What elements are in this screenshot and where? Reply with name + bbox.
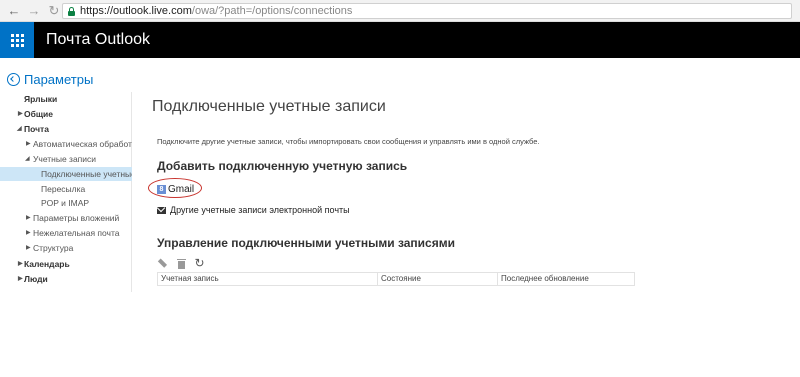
- address-bar[interactable]: https://outlook.live.com/owa/?path=/opti…: [62, 3, 792, 19]
- reload-icon[interactable]: ↻: [46, 3, 62, 19]
- caret-right-icon: ▶: [18, 276, 23, 282]
- sidebar-item-label: Учетные записи: [33, 154, 97, 164]
- caret-right-icon: ▶: [26, 215, 31, 221]
- manage-accounts-heading: Управление подключенными учетными запися…: [157, 236, 455, 250]
- accounts-table-header: Учетная запись Состояние Последнее обнов…: [157, 272, 635, 286]
- other-accounts-label: Другие учетные записи электронной почты: [170, 205, 350, 215]
- sidebar-item-label: Ярлыки: [24, 94, 58, 104]
- page-title: Подключенные учетные записи: [152, 98, 386, 115]
- sidebar-item-label: Пересылка: [41, 184, 86, 194]
- app-launcher-icon[interactable]: [0, 22, 34, 58]
- url-host: https://outlook.live.com: [80, 5, 192, 17]
- accounts-toolbar: ↻: [158, 257, 212, 269]
- forward-arrow-icon[interactable]: →: [26, 3, 42, 19]
- sidebar-item-automatic-processing[interactable]: ▶ Автоматическая обработка: [0, 137, 132, 151]
- caret-right-icon: ▶: [18, 111, 23, 117]
- sidebar-item-label: Структура: [33, 243, 74, 253]
- sidebar-item-label: Подключенные учетные записи: [41, 169, 132, 179]
- sidebar-item-calendar[interactable]: ▶ Календарь: [0, 257, 132, 271]
- sidebar-item-label: Люди: [24, 274, 48, 284]
- sidebar-item-mail[interactable]: ◢ Почта: [0, 122, 132, 136]
- browser-toolbar: ← → ↻ https://outlook.live.com/owa/?path…: [0, 0, 800, 22]
- settings-sidebar: Ярлыки ▶ Общие ◢ Почта ▶ Автоматическая …: [0, 92, 132, 292]
- column-header-last-update[interactable]: Последнее обновление: [498, 273, 634, 285]
- back-label: Параметры: [24, 71, 94, 87]
- sidebar-item-shortcuts[interactable]: Ярлыки: [0, 92, 132, 106]
- sidebar-item-attachment-options[interactable]: ▶ Параметры вложений: [0, 211, 132, 225]
- sidebar-item-label: POP и IMAP: [41, 198, 90, 208]
- caret-down-icon: ◢: [25, 156, 30, 162]
- caret-right-icon: ▶: [26, 230, 31, 236]
- caret-right-icon: ▶: [18, 261, 23, 267]
- add-other-account-link[interactable]: Другие учетные записи электронной почты: [157, 204, 350, 216]
- sidebar-item-label: Почта: [24, 124, 49, 134]
- sidebar-item-pop-imap[interactable]: POP и IMAP: [0, 196, 132, 210]
- edit-pencil-icon[interactable]: [156, 255, 172, 271]
- highlight-circle: [148, 178, 202, 198]
- back-arrow-icon[interactable]: ←: [6, 3, 22, 19]
- lock-icon: [67, 6, 76, 16]
- sidebar-item-accounts[interactable]: ◢ Учетные записи: [0, 152, 132, 166]
- sidebar-item-junk-mail[interactable]: ▶ Нежелательная почта: [0, 226, 132, 240]
- back-to-settings-button[interactable]: Параметры: [7, 70, 93, 88]
- url-path: /owa/?path=/options/connections: [191, 5, 353, 17]
- app-title[interactable]: Почта Outlook: [46, 31, 150, 49]
- sidebar-item-label: Нежелательная почта: [33, 228, 120, 238]
- sidebar-item-layout[interactable]: ▶ Структура: [0, 241, 132, 255]
- back-circle-icon: [7, 72, 20, 86]
- delete-trash-icon[interactable]: [176, 258, 187, 269]
- sidebar-item-label: Параметры вложений: [33, 213, 120, 223]
- sidebar-item-label: Общие: [24, 109, 53, 119]
- column-header-account[interactable]: Учетная запись: [158, 273, 378, 285]
- caret-right-icon: ▶: [26, 141, 31, 147]
- column-header-status[interactable]: Состояние: [378, 273, 498, 285]
- caret-right-icon: ▶: [26, 245, 31, 251]
- sidebar-item-label: Автоматическая обработка: [33, 139, 132, 149]
- sidebar-item-connected-accounts[interactable]: Подключенные учетные записи: [0, 167, 132, 181]
- add-account-heading: Добавить подключенную учетную запись: [157, 159, 408, 173]
- intro-text: Подключите другие учетные записи, чтобы …: [157, 137, 540, 146]
- sidebar-item-label: Календарь: [24, 259, 70, 269]
- app-header: Почта Outlook: [0, 22, 800, 58]
- refresh-icon[interactable]: ↻: [194, 257, 205, 269]
- sidebar-item-general[interactable]: ▶ Общие: [0, 107, 132, 121]
- sidebar-item-forwarding[interactable]: Пересылка: [0, 182, 132, 196]
- sidebar-item-people[interactable]: ▶ Люди: [0, 272, 132, 286]
- caret-down-icon: ◢: [17, 126, 22, 132]
- envelope-icon: [157, 206, 166, 214]
